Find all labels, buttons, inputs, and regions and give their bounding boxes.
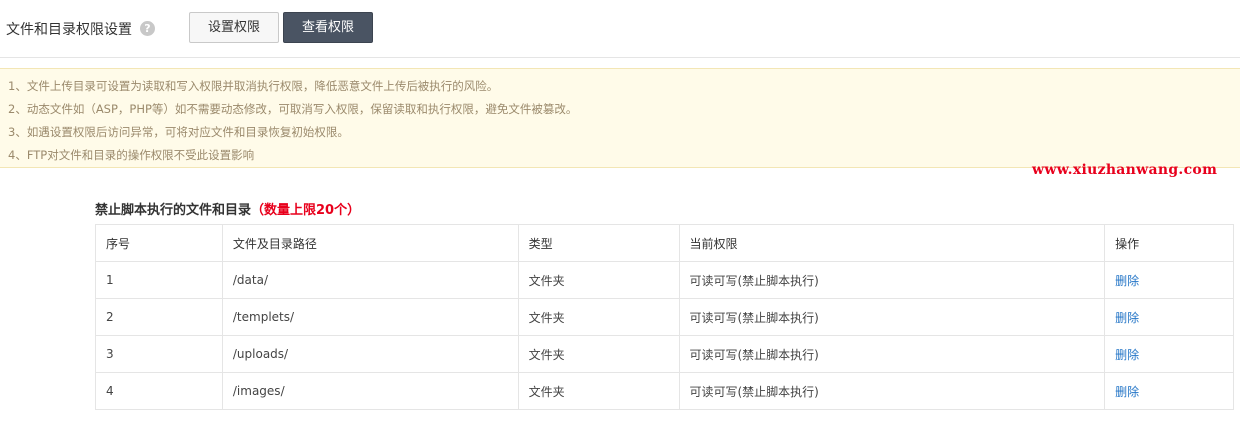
table-row: 4 /images/ 文件夹 可读可写(禁止脚本执行) 删除 — [95, 372, 1234, 410]
section-limit: （数量上限20个） — [251, 203, 361, 218]
delete-link[interactable]: 删除 — [1115, 385, 1139, 399]
column-header-permission: 当前权限 — [678, 224, 1106, 262]
row-action-cell: 删除 — [1104, 298, 1234, 336]
delete-link[interactable]: 删除 — [1115, 274, 1139, 288]
section-title: 禁止脚本执行的文件和目录（数量上限20个） — [95, 199, 360, 218]
column-header-index: 序号 — [95, 224, 223, 262]
column-header-action: 操作 — [1104, 224, 1234, 262]
row-type: 文件夹 — [517, 261, 680, 299]
row-type: 文件夹 — [517, 298, 680, 336]
table-row: 2 /templets/ 文件夹 可读可写(禁止脚本执行) 删除 — [95, 298, 1234, 336]
row-permission: 可读可写(禁止脚本执行) — [678, 335, 1106, 373]
set-permission-button[interactable]: 设置权限 — [189, 12, 279, 43]
row-path: /templets/ — [221, 298, 519, 336]
permission-table: 序号 文件及目录路径 类型 当前权限 操作 1 /data/ 文件夹 可读可写(… — [95, 224, 1234, 410]
page-title: 文件和目录权限设置 — [6, 22, 132, 38]
notice-line-2: 2、动态文件如（ASP，PHP等）如不需要动态修改，可取消写入权限，保留读取和执… — [8, 102, 578, 116]
notice-line-3: 3、如遇设置权限后访问异常，可将对应文件和目录恢复初始权限。 — [8, 125, 349, 139]
notice-line-4: 4、FTP对文件和目录的操作权限不受此设置影响 — [8, 148, 255, 162]
row-index: 3 — [95, 335, 223, 373]
page-header: 文件和目录权限设置 ? 设置权限 查看权限 — [0, 0, 1240, 58]
row-action-cell: 删除 — [1104, 261, 1234, 299]
column-header-type: 类型 — [517, 224, 680, 262]
notice-line-1: 1、文件上传目录可设置为读取和写入权限并取消执行权限，降低恶意文件上传后被执行的… — [8, 79, 499, 93]
row-path: /uploads/ — [221, 335, 519, 373]
row-permission: 可读可写(禁止脚本执行) — [678, 261, 1106, 299]
table-row: 1 /data/ 文件夹 可读可写(禁止脚本执行) 删除 — [95, 261, 1234, 299]
notice-box: 1、文件上传目录可设置为读取和写入权限并取消执行权限，降低恶意文件上传后被执行的… — [0, 68, 1240, 168]
row-index: 4 — [95, 372, 223, 410]
row-permission: 可读可写(禁止脚本执行) — [678, 372, 1106, 410]
table-header-row: 序号 文件及目录路径 类型 当前权限 操作 — [95, 224, 1234, 262]
row-path: /data/ — [221, 261, 519, 299]
column-header-path: 文件及目录路径 — [221, 224, 519, 262]
row-permission: 可读可写(禁止脚本执行) — [678, 298, 1106, 336]
watermark-text: www.xiuzhanwang.com — [1032, 162, 1218, 178]
view-permission-button[interactable]: 查看权限 — [283, 12, 373, 43]
row-type: 文件夹 — [517, 372, 680, 410]
row-index: 1 — [95, 261, 223, 299]
delete-link[interactable]: 删除 — [1115, 348, 1139, 362]
section-title-text: 禁止脚本执行的文件和目录 — [95, 203, 252, 218]
question-circle-icon[interactable]: ? — [140, 21, 155, 36]
row-action-cell: 删除 — [1104, 335, 1234, 373]
delete-link[interactable]: 删除 — [1115, 311, 1139, 325]
row-action-cell: 删除 — [1104, 372, 1234, 410]
row-index: 2 — [95, 298, 223, 336]
row-path: /images/ — [221, 372, 519, 410]
table-row: 3 /uploads/ 文件夹 可读可写(禁止脚本执行) 删除 — [95, 335, 1234, 373]
row-type: 文件夹 — [517, 335, 680, 373]
